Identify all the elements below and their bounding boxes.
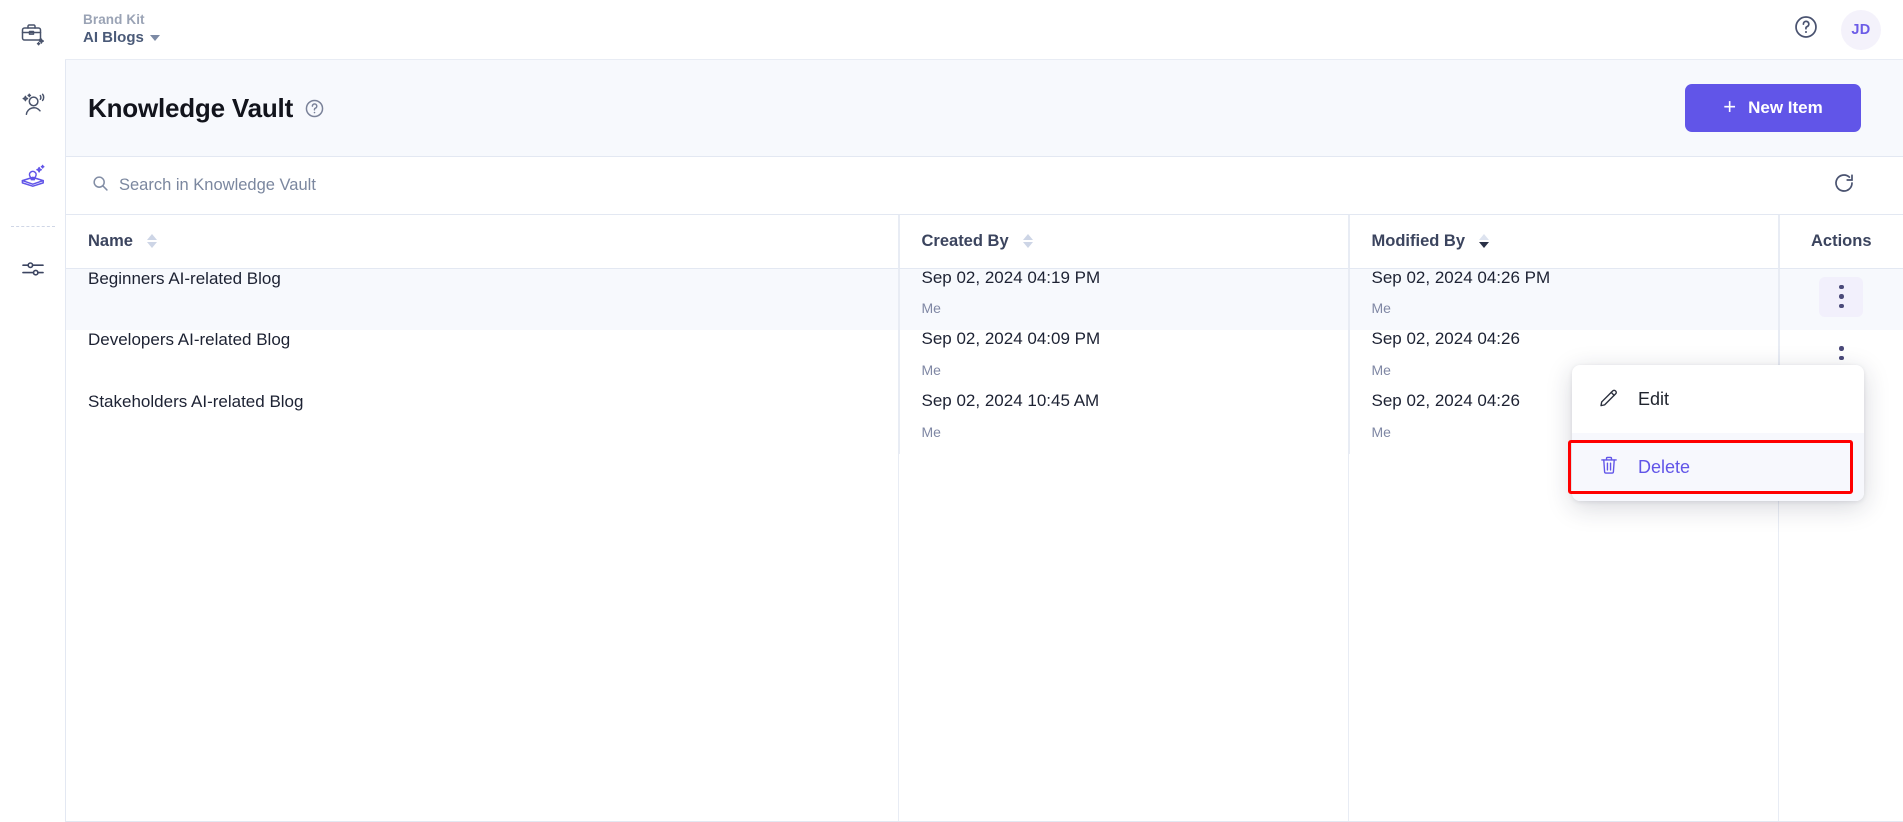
kebab-menu-icon [1839,346,1844,351]
trash-icon [1598,454,1620,481]
refresh-icon [1832,171,1856,200]
menu-item-edit-label: Edit [1638,388,1670,409]
row-actions-context-menu: Edit Delete [1572,365,1864,501]
knowledge-vault-table-wrap: Name Created By Modified By Actions Begi… [66,215,1903,822]
new-item-label: New Item [1748,98,1823,117]
cell-created: Sep 02, 2024 04:09 PM Me [898,329,1349,392]
created-date: Sep 02, 2024 04:19 PM [921,267,1101,287]
sidebar-divider [10,226,55,227]
column-header-created-by[interactable]: Created By [898,215,1349,269]
page-title-wrap: Knowledge Vault [88,93,325,124]
avatar[interactable]: JD [1841,9,1881,50]
avatar-initials: JD [1851,21,1871,38]
cell-name: Developers AI-related Blog [88,330,291,349]
sidebar-item-brand-kit[interactable] [11,14,55,58]
plus-icon: + [1723,94,1737,119]
audience-icon [19,92,47,125]
menu-item-delete-label: Delete [1638,456,1691,477]
row-actions-menu-button[interactable] [1819,276,1864,317]
cell-name: Beginners AI-related Blog [66,268,899,330]
menu-item-delete[interactable]: Delete [1572,433,1864,501]
created-date: Sep 02, 2024 10:45 AM [921,391,1100,410]
search-input[interactable] [119,176,639,195]
modified-by: Me [1371,300,1391,317]
column-header-created-by-label: Created By [921,231,1009,250]
kebab-menu-icon [1839,284,1844,290]
sort-toggle-name[interactable] [146,234,157,249]
app-root: Brand Kit AI Blogs JD Knowledge Vault + … [0,0,1903,822]
left-nav-rail [0,0,65,822]
menu-item-edit[interactable]: Edit [1572,365,1864,433]
breadcrumb-parent: Brand Kit [83,11,145,27]
created-by: Me [921,361,941,378]
knowledge-vault-icon [19,162,47,195]
created-by: Me [921,423,941,440]
breadcrumb: Brand Kit AI Blogs [83,12,160,48]
breadcrumb-current-label: AI Blogs [83,28,144,46]
sort-toggle-created-by[interactable] [1022,234,1033,249]
sort-asc-icon [1479,234,1489,241]
table-row[interactable]: Beginners AI-related Blog Sep 02, 2024 0… [66,268,1903,330]
column-header-actions-label: Actions [1810,231,1872,250]
column-header-modified-by-label: Modified By [1371,231,1466,250]
modified-date: Sep 02, 2024 04:26 PM [1371,267,1551,287]
question-circle-icon [1793,14,1819,45]
sidebar-item-knowledge-vault[interactable] [11,156,55,200]
search-row [66,157,1903,215]
column-header-modified-by[interactable]: Modified By [1348,215,1779,269]
cell-created: Sep 02, 2024 04:19 PM Me [898,267,1349,330]
cell-name: Stakeholders AI-related Blog [88,392,304,411]
pencil-icon [1598,386,1620,413]
settings-sliders-icon [20,256,46,287]
created-by: Me [921,300,941,317]
cell-modified: Sep 02, 2024 04:26 PM Me [1348,267,1779,330]
sidebar-item-audience[interactable] [11,86,55,130]
page-title: Knowledge Vault [88,92,294,123]
modified-date: Sep 02, 2024 04:26 [1371,329,1520,348]
refresh-button[interactable] [1827,169,1861,203]
sort-toggle-modified-by[interactable] [1479,234,1489,249]
page-title-help-icon[interactable] [304,98,325,119]
table-head: Name Created By Modified By Actions [66,215,1903,269]
chevron-down-icon [149,34,160,41]
sort-asc-icon [1022,234,1033,241]
sort-desc-icon [1479,242,1489,249]
page-header: Knowledge Vault + New Item [66,60,1903,157]
search-icon [92,175,109,197]
cell-created: Sep 02, 2024 10:45 AM Me [898,391,1349,454]
sort-desc-icon [146,242,157,249]
breadcrumb-current-dropdown[interactable]: AI Blogs [83,29,160,48]
column-header-name-label: Name [88,231,133,250]
created-date: Sep 02, 2024 04:09 PM [921,329,1101,348]
help-button[interactable] [1789,13,1823,47]
top-bar: Brand Kit AI Blogs JD [65,0,1903,60]
sort-desc-icon [1022,242,1033,249]
sort-asc-icon [146,234,157,241]
brand-kit-icon [20,21,46,52]
sidebar-item-settings[interactable] [11,249,55,293]
column-header-actions: Actions [1778,215,1903,269]
column-header-name[interactable]: Name [66,215,899,269]
cell-actions [1778,268,1903,330]
search-box[interactable] [92,175,1827,197]
table-header-row: Name Created By Modified By Actions [66,215,1903,269]
new-item-button[interactable]: + New Item [1685,84,1861,132]
